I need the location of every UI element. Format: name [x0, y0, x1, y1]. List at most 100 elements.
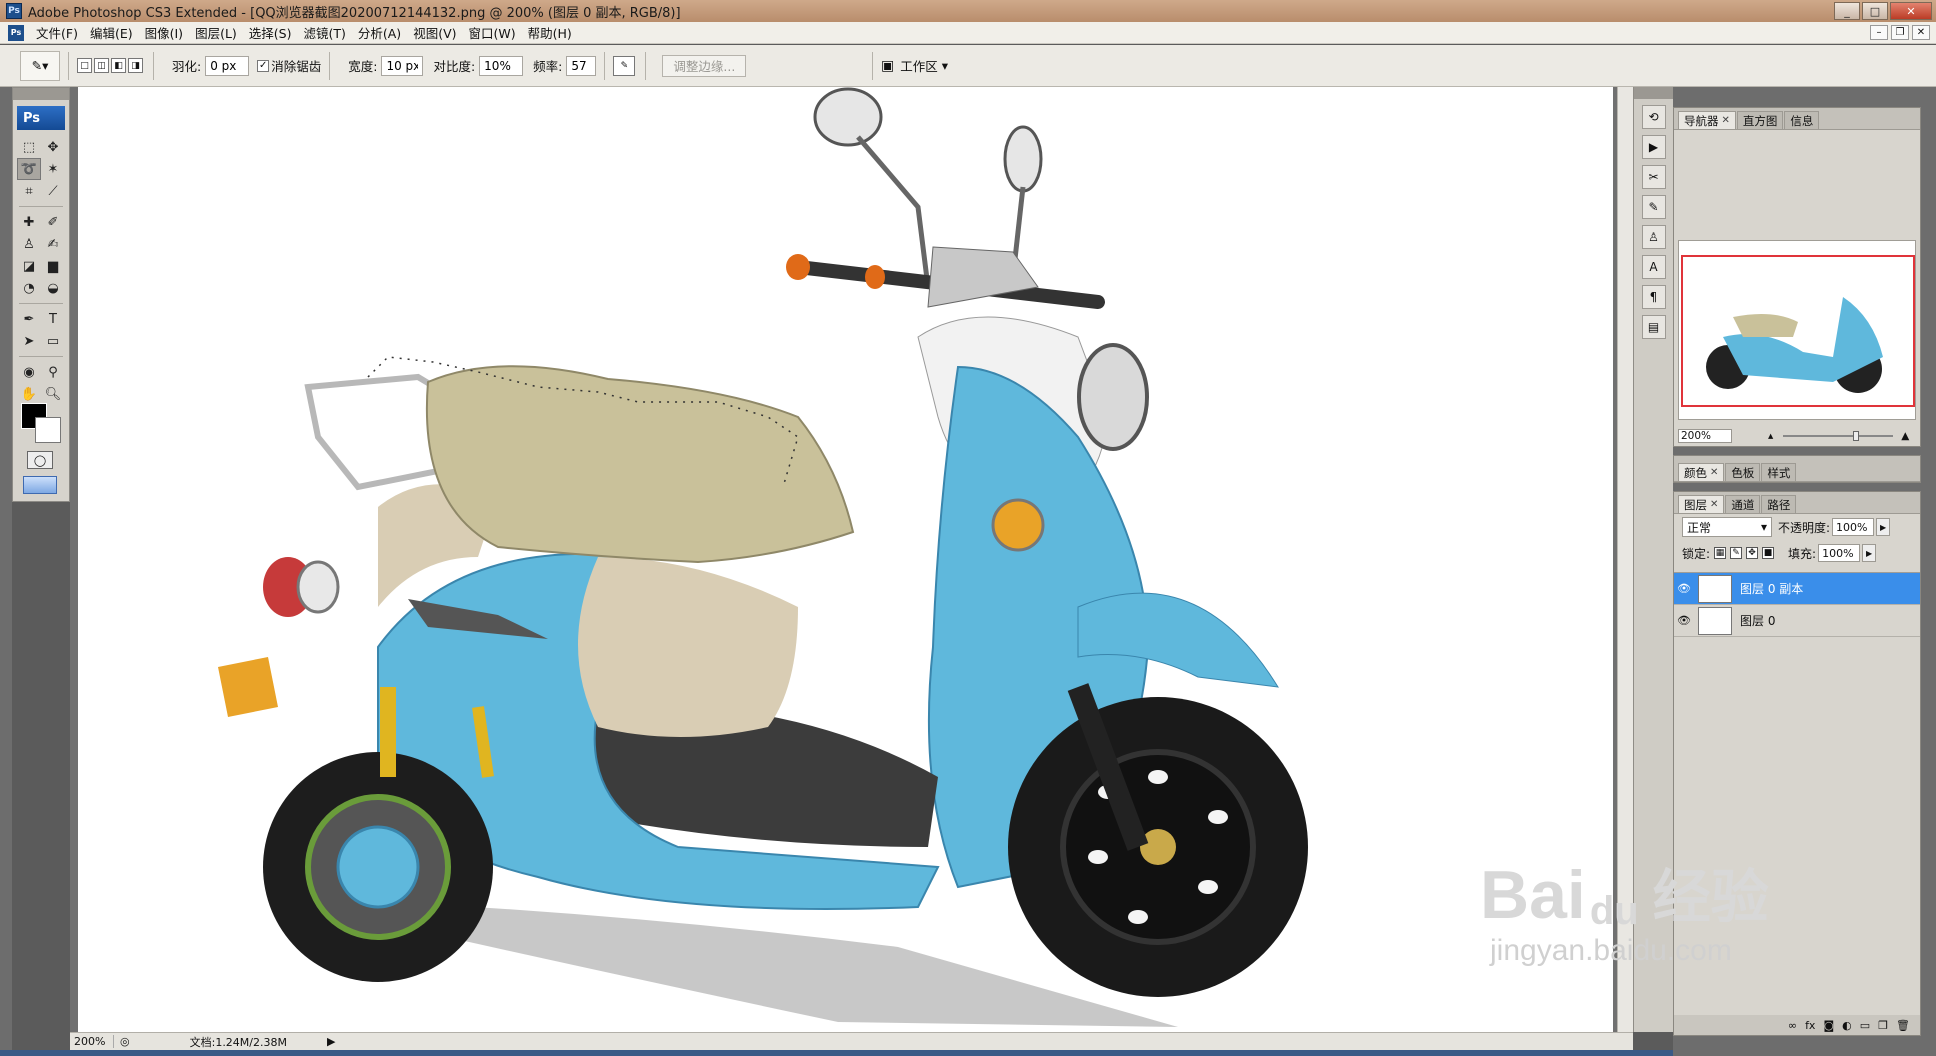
close-icon[interactable]: ✕ — [1710, 467, 1718, 478]
tab-paths[interactable]: 路径 — [1761, 495, 1797, 513]
tab-styles[interactable]: 样式 — [1761, 463, 1797, 481]
zoom-tool-icon[interactable]: 🔍︎ — [41, 383, 65, 405]
menu-edit[interactable]: 编辑(E) — [84, 23, 139, 42]
maximize-button[interactable]: □ — [1862, 2, 1888, 20]
contrast-input[interactable] — [479, 55, 524, 76]
view-frame[interactable] — [1681, 255, 1915, 407]
navigator-preview[interactable] — [1678, 240, 1916, 420]
opacity-input[interactable]: 100% — [1832, 518, 1875, 536]
doc-restore-button[interactable]: ❐ — [1891, 25, 1909, 40]
quick-mask-icon[interactable]: ◯ — [27, 451, 53, 469]
lock-position-icon[interactable]: ✥ — [1746, 547, 1759, 559]
eraser-tool-icon[interactable]: ◪ — [17, 255, 41, 277]
layer-row[interactable]: 👁︎ 图层 0 — [1674, 605, 1920, 637]
navigator-zoom-input[interactable]: 200% — [1678, 429, 1732, 443]
menu-analysis[interactable]: 分析(A) — [352, 23, 407, 42]
3d-rotate-icon[interactable]: ◉ — [17, 361, 41, 383]
history-icon[interactable]: ⟲ — [1641, 105, 1666, 129]
magic-wand-icon[interactable]: ✶ — [41, 158, 65, 180]
refine-edge-button[interactable]: 调整边缘... — [662, 54, 747, 77]
layer-row[interactable]: 👁︎ 图层 0 副本 — [1674, 573, 1920, 605]
tab-info[interactable]: 信息 — [1784, 111, 1820, 129]
brush-tool-icon[interactable]: ✐ — [41, 211, 65, 233]
eye-icon[interactable]: 👁︎ — [1674, 582, 1694, 595]
adjustment-layer-icon[interactable]: ◐ — [1842, 1019, 1852, 1032]
tool-preset-picker[interactable]: ✎▾ — [20, 50, 60, 81]
brushes-icon[interactable]: ✎ — [1641, 195, 1666, 219]
link-layers-icon[interactable]: ∞ — [1788, 1019, 1797, 1032]
crop-tool-icon[interactable]: ⌗ — [17, 180, 41, 202]
marquee-tool-icon[interactable]: ⬚ — [17, 136, 41, 158]
healing-brush-icon[interactable]: ✚ — [17, 211, 41, 233]
eyedropper-icon[interactable]: ⚲ — [41, 361, 65, 383]
subtract-selection-icon[interactable]: ◧ — [111, 58, 126, 73]
close-icon[interactable]: ✕ — [1710, 499, 1718, 510]
menu-help[interactable]: 帮助(H) — [522, 23, 578, 42]
new-group-icon[interactable]: ▭ — [1860, 1019, 1870, 1032]
layer-comps-icon[interactable]: ▤ — [1641, 315, 1666, 339]
gradient-tool-icon[interactable]: ▆ — [41, 255, 65, 277]
opacity-arrow-icon[interactable]: ▶ — [1876, 518, 1891, 536]
close-button[interactable]: ✕ — [1890, 2, 1932, 20]
close-icon[interactable]: ✕ — [1722, 115, 1730, 126]
status-zoom[interactable]: 200% — [70, 1035, 114, 1048]
frequency-input[interactable] — [566, 55, 597, 76]
workspace-button[interactable]: 工作区 ▾ — [900, 56, 948, 75]
lock-transparency-icon[interactable]: ▦ — [1714, 547, 1727, 559]
background-color-swatch[interactable] — [35, 417, 61, 443]
intersect-selection-icon[interactable]: ◨ — [128, 58, 143, 73]
document-icon[interactable]: Ps — [8, 24, 24, 41]
character-icon[interactable]: A — [1641, 255, 1666, 279]
hand-tool-icon[interactable]: ✋ — [17, 383, 41, 405]
lasso-tool-icon[interactable]: ➰ — [17, 158, 41, 180]
tab-swatches[interactable]: 色板 — [1725, 463, 1761, 481]
new-selection-icon[interactable]: □ — [77, 58, 92, 73]
clone-stamp-icon[interactable]: ♙ — [17, 233, 41, 255]
move-tool-icon[interactable]: ✥ — [41, 136, 65, 158]
actions-icon[interactable]: ▶ — [1641, 135, 1666, 159]
palette-well-icon[interactable]: ▣ — [881, 58, 894, 74]
document-canvas[interactable] — [78, 87, 1613, 1032]
status-options-icon[interactable]: ◎ — [120, 1035, 130, 1048]
add-selection-icon[interactable]: ◫ — [94, 58, 109, 73]
menu-select[interactable]: 选择(S) — [243, 23, 298, 42]
tab-navigator[interactable]: 导航器 ✕ — [1678, 111, 1736, 129]
layer-style-icon[interactable]: fx — [1805, 1019, 1815, 1032]
menu-window[interactable]: 窗口(W) — [463, 23, 522, 42]
blend-mode-select[interactable]: 正常 ▾ — [1682, 517, 1772, 537]
lock-pixels-icon[interactable]: ✎ — [1730, 547, 1743, 559]
fill-arrow-icon[interactable]: ▶ — [1862, 544, 1877, 562]
path-selection-icon[interactable]: ➤ — [17, 330, 41, 352]
tablet-pressure-icon[interactable]: ✎ — [613, 55, 636, 76]
doc-close-button[interactable]: ✕ — [1912, 25, 1930, 40]
fill-input[interactable]: 100% — [1818, 544, 1861, 562]
dock-header[interactable] — [1634, 87, 1673, 99]
history-brush-icon[interactable]: ✍ — [41, 233, 65, 255]
zoom-slider[interactable] — [1783, 431, 1894, 441]
feather-input[interactable] — [205, 55, 250, 76]
delete-layer-icon[interactable]: 🗑︎ — [1896, 1019, 1910, 1032]
shape-tool-icon[interactable]: ▭ — [41, 330, 65, 352]
screen-mode-icon[interactable] — [23, 476, 57, 494]
menu-filter[interactable]: 滤镜(T) — [297, 23, 351, 42]
width-input[interactable] — [381, 55, 424, 76]
menu-view[interactable]: 视图(V) — [407, 23, 462, 42]
menu-file[interactable]: 文件(F) — [30, 23, 84, 42]
new-layer-icon[interactable]: ❐ — [1878, 1019, 1888, 1032]
menu-image[interactable]: 图像(I) — [139, 23, 189, 42]
lock-all-icon[interactable]: ■ — [1762, 547, 1775, 559]
tab-color[interactable]: 颜色 ✕ — [1678, 463, 1725, 481]
eye-icon[interactable]: 👁︎ — [1674, 614, 1694, 627]
zoom-in-icon[interactable]: ▲ — [1901, 430, 1909, 442]
tool-presets-icon[interactable]: ✂ — [1641, 165, 1666, 189]
tools-panel-header[interactable] — [13, 88, 69, 100]
type-tool-icon[interactable]: T — [41, 308, 65, 330]
slice-tool-icon[interactable]: ⟋ — [41, 180, 65, 202]
antialias-checkbox[interactable]: ✓ — [257, 59, 270, 72]
dodge-tool-icon[interactable]: ◒ — [41, 277, 65, 299]
paragraph-icon[interactable]: ¶ — [1641, 285, 1666, 309]
status-menu-arrow-icon[interactable]: ▶ — [327, 1035, 335, 1048]
menu-layer[interactable]: 图层(L) — [189, 23, 243, 42]
pen-tool-icon[interactable]: ✒ — [17, 308, 41, 330]
tab-layers[interactable]: 图层 ✕ — [1678, 495, 1725, 513]
